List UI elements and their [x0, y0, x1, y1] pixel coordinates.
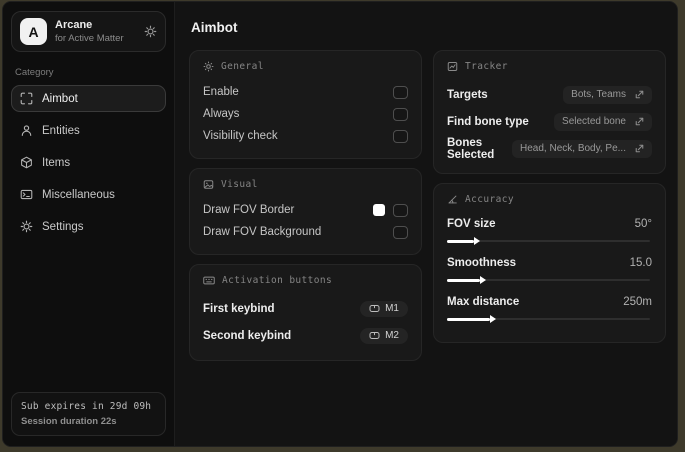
draw-fov-background-checkbox[interactable] — [393, 225, 408, 239]
max-distance-slider[interactable] — [447, 314, 652, 325]
slider-thumb[interactable] — [447, 237, 480, 245]
brand-name: Arcane — [55, 19, 93, 31]
image-icon — [203, 179, 214, 190]
sub-expires-text: Sub expires in 29d 09h — [21, 401, 152, 412]
first-keybind-button[interactable]: M1 — [360, 300, 408, 317]
card-title: General — [221, 61, 264, 72]
visual-card: Visual Draw FOV Border Draw FOV Backgrou… — [189, 168, 422, 255]
keybind-row-first: First keybind M1 — [203, 295, 408, 322]
tracker-row-bones-selected: Bones Selected Head, Neck, Body, Pe... — [447, 135, 652, 162]
setting-row-draw-fov-border: Draw FOV Border — [203, 199, 408, 221]
slider-value: 50° — [634, 218, 652, 230]
right-column: Tracker Targets Bots, Teams Find bone ty… — [433, 50, 666, 352]
category-label: Category — [15, 67, 54, 78]
sidebar: A Arcane for Active Matter Category Aimb… — [3, 2, 175, 446]
tracker-row-targets: Targets Bots, Teams — [447, 81, 652, 108]
sidebar-item-label: Miscellaneous — [42, 188, 115, 201]
sidebar-item-aimbot[interactable]: Aimbot — [11, 85, 166, 112]
session-duration-text: Session duration 22s — [21, 416, 117, 427]
mouse-icon — [369, 331, 380, 340]
general-card: General Enable Always Visibility check — [189, 50, 422, 159]
main-panel: Aimbot General Enable Always Visibility … — [175, 2, 677, 446]
sidebar-item-entities[interactable]: Entities — [11, 117, 166, 144]
card-title: Accuracy — [465, 194, 514, 205]
visibility-check-checkbox[interactable] — [393, 129, 408, 143]
find-bone-type-dropdown[interactable]: Selected bone — [554, 112, 652, 131]
fov-size-slider[interactable] — [447, 236, 652, 247]
activation-buttons-card: Activation buttons First keybind M1 Seco… — [189, 264, 422, 361]
keybind-row-second: Second keybind M2 — [203, 322, 408, 349]
sidebar-item-miscellaneous[interactable]: Miscellaneous — [11, 181, 166, 208]
slider-fov-size: FOV size 50° — [447, 214, 652, 247]
gear-icon[interactable] — [144, 25, 157, 38]
person-icon — [20, 124, 33, 137]
slider-max-distance: Max distance 250m — [447, 292, 652, 325]
color-swatch[interactable] — [373, 204, 385, 216]
focus-box-icon — [447, 61, 458, 72]
terminal-icon — [20, 188, 33, 201]
sidebar-item-label: Settings — [42, 220, 84, 233]
brand-card: A Arcane for Active Matter — [11, 11, 166, 52]
always-checkbox[interactable] — [393, 107, 408, 121]
mouse-icon — [369, 304, 380, 313]
angle-icon — [447, 194, 458, 205]
slider-value: 250m — [623, 296, 652, 308]
sidebar-item-label: Items — [42, 156, 71, 169]
draw-fov-border-checkbox[interactable] — [393, 203, 408, 217]
app-window: A Arcane for Active Matter Category Aimb… — [2, 1, 678, 447]
slider-smoothness: Smoothness 15.0 — [447, 253, 652, 286]
sidebar-item-label: Entities — [42, 124, 80, 137]
keyboard-icon — [203, 275, 215, 286]
sun-icon — [203, 61, 214, 72]
bones-selected-dropdown[interactable]: Head, Neck, Body, Pe... — [512, 139, 652, 158]
tracker-card: Tracker Targets Bots, Teams Find bone ty… — [433, 50, 666, 174]
crosshair-scan-icon — [20, 92, 33, 105]
setting-row-visibility-check: Visibility check — [203, 125, 408, 147]
sidebar-item-settings[interactable]: Settings — [11, 213, 166, 240]
subscription-info-card: Sub expires in 29d 09h Session duration … — [11, 392, 166, 436]
sidebar-item-label: Aimbot — [42, 92, 78, 105]
accuracy-card: Accuracy FOV size 50° Smoothness 15.0 Ma… — [433, 183, 666, 343]
brand-logo: A — [20, 18, 47, 45]
smoothness-slider[interactable] — [447, 275, 652, 286]
sidebar-item-items[interactable]: Items — [11, 149, 166, 176]
targets-dropdown[interactable]: Bots, Teams — [563, 85, 652, 104]
second-keybind-button[interactable]: M2 — [360, 327, 408, 344]
card-title: Activation buttons — [222, 275, 333, 286]
expand-select-icon — [635, 117, 644, 126]
expand-select-icon — [635, 144, 644, 153]
setting-row-enable: Enable — [203, 81, 408, 103]
setting-row-always: Always — [203, 103, 408, 125]
enable-checkbox[interactable] — [393, 85, 408, 99]
setting-row-draw-fov-background: Draw FOV Background — [203, 221, 408, 243]
slider-value: 15.0 — [629, 257, 652, 269]
slider-thumb[interactable] — [447, 315, 497, 323]
left-column: General Enable Always Visibility check V… — [189, 50, 422, 370]
cube-icon — [20, 156, 33, 169]
slider-thumb[interactable] — [447, 276, 486, 284]
card-title: Visual — [221, 179, 258, 190]
tracker-row-find-bone-type: Find bone type Selected bone — [447, 108, 652, 135]
page-title: Aimbot — [191, 20, 238, 35]
gear-icon — [20, 220, 33, 233]
brand-subtitle: for Active Matter — [55, 33, 124, 44]
card-title: Tracker — [465, 61, 508, 72]
expand-select-icon — [635, 90, 644, 99]
